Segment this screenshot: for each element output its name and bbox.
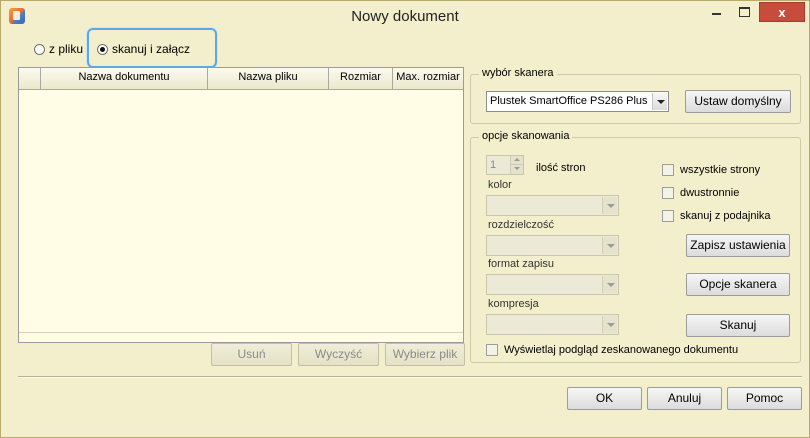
clear-button[interactable]: Wyczyść bbox=[298, 343, 379, 366]
column-header-file-name[interactable]: Nazwa pliku bbox=[208, 68, 329, 90]
resolution-select[interactable] bbox=[486, 235, 619, 256]
chevron-down-icon[interactable] bbox=[602, 197, 617, 214]
cancel-button[interactable]: Anuluj bbox=[647, 387, 722, 410]
save-settings-button[interactable]: Zapisz ustawienia bbox=[686, 234, 790, 257]
chevron-down-icon[interactable] bbox=[602, 237, 617, 254]
page-count-stepper[interactable]: 1 bbox=[486, 155, 524, 175]
radio-from-file-circle[interactable] bbox=[34, 43, 45, 55]
compression-select[interactable] bbox=[486, 314, 619, 335]
chevron-down-icon[interactable] bbox=[652, 93, 667, 110]
radio-from-file[interactable]: z pliku bbox=[34, 38, 83, 60]
documents-table[interactable]: Nazwa dokumentu Nazwa pliku Rozmiar Max.… bbox=[18, 67, 464, 343]
column-header-document-name[interactable]: Nazwa dokumentu bbox=[41, 68, 208, 90]
preview-checkbox[interactable] bbox=[486, 344, 498, 356]
chevron-down-icon[interactable] bbox=[602, 276, 617, 293]
column-header-max-size[interactable]: Max. rozmiar bbox=[393, 68, 463, 90]
stepper-down-icon[interactable] bbox=[510, 165, 523, 174]
save-format-label: format zapisu bbox=[488, 258, 555, 270]
scanner-options-button[interactable]: Opcje skanera bbox=[686, 273, 790, 296]
duplex-label: dwustronnie bbox=[680, 187, 740, 199]
help-button[interactable]: Pomoc bbox=[727, 387, 802, 410]
table-horizontal-scrollbar[interactable] bbox=[19, 332, 463, 342]
column-header-selector[interactable] bbox=[19, 68, 41, 90]
stepper-up-icon[interactable] bbox=[510, 156, 523, 165]
feeder-checkbox[interactable] bbox=[662, 210, 674, 222]
scanner-selection-legend: wybór skanera bbox=[479, 67, 557, 79]
duplex-checkbox[interactable] bbox=[662, 187, 674, 199]
scan-button[interactable]: Skanuj bbox=[686, 314, 790, 337]
chevron-down-icon[interactable] bbox=[602, 316, 617, 333]
color-label: kolor bbox=[488, 179, 512, 191]
set-default-button[interactable]: Ustaw domyślny bbox=[685, 90, 791, 113]
save-format-select[interactable] bbox=[486, 274, 619, 295]
color-select[interactable] bbox=[486, 195, 619, 216]
maximize-button[interactable] bbox=[731, 2, 758, 22]
preview-label: Wyświetlaj podgląd zeskanowanego dokumen… bbox=[504, 344, 739, 356]
footer-divider bbox=[18, 376, 802, 378]
all-pages-label: wszystkie strony bbox=[680, 164, 761, 176]
dialog-window: Nowy dokument x z pliku skanuj i załącz … bbox=[0, 0, 810, 438]
page-count-value: 1 bbox=[490, 159, 497, 171]
minimize-button[interactable] bbox=[703, 2, 730, 22]
feeder-label: skanuj z podajnika bbox=[680, 210, 771, 222]
scanner-select[interactable]: Plustek SmartOffice PS286 Plus bbox=[486, 91, 669, 112]
close-button[interactable]: x bbox=[759, 2, 805, 22]
all-pages-checkbox[interactable] bbox=[662, 164, 674, 176]
scan-options-legend: opcje skanowania bbox=[479, 130, 573, 142]
page-count-label: ilość stron bbox=[536, 162, 586, 174]
compression-label: kompresja bbox=[488, 298, 539, 310]
table-header: Nazwa dokumentu Nazwa pliku Rozmiar Max.… bbox=[19, 68, 463, 90]
radio-scan-attach-label: skanuj i załącz bbox=[112, 42, 191, 56]
column-header-size[interactable]: Rozmiar bbox=[329, 68, 393, 90]
choose-file-button[interactable]: Wybierz plik bbox=[385, 343, 465, 366]
radio-from-file-label: z pliku bbox=[49, 42, 84, 56]
radio-scan-attach-circle[interactable] bbox=[97, 43, 108, 55]
radio-scan-attach[interactable]: skanuj i załącz bbox=[97, 38, 190, 60]
remove-button[interactable]: Usuń bbox=[211, 343, 292, 366]
scanner-select-value: Plustek SmartOffice PS286 Plus bbox=[490, 95, 648, 107]
resolution-label: rozdzielczość bbox=[488, 219, 555, 231]
ok-button[interactable]: OK bbox=[567, 387, 642, 410]
